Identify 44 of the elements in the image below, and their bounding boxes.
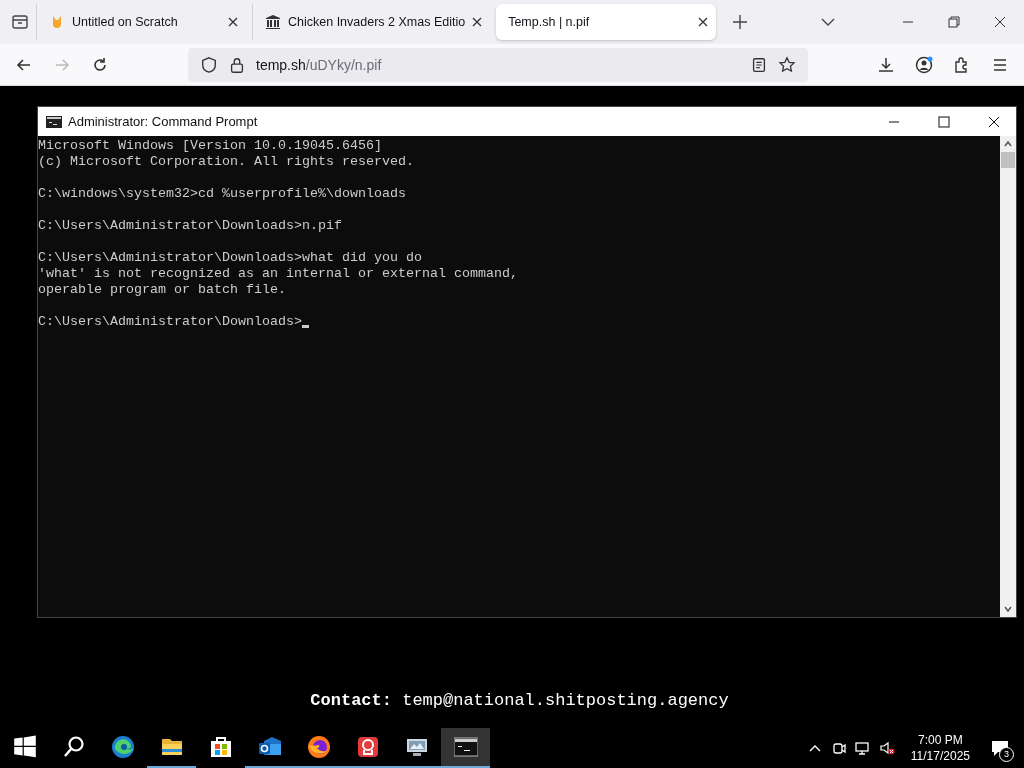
scroll-up-icon[interactable] (1003, 139, 1013, 149)
address-bar[interactable]: temp.sh/uDYky/n.pif (188, 47, 808, 82)
fox-globe-icon (306, 735, 331, 759)
contact-text: Contact: temp@national.shitposting.agency (310, 691, 729, 710)
lock-icon (228, 55, 246, 74)
console-icon (46, 115, 62, 128)
search-icon (61, 735, 86, 759)
reader-view-icon[interactable] (750, 55, 768, 74)
browser-tab[interactable]: Chicken Invaders 2 Xmas Editio (252, 4, 491, 40)
star-icon[interactable] (778, 55, 796, 74)
close-icon[interactable] (472, 17, 483, 27)
console-icon (453, 735, 478, 759)
browser-tab[interactable]: Untitled on Scratch (36, 4, 246, 40)
tab-list-icon[interactable] (10, 12, 30, 32)
windows-logo-icon (12, 735, 37, 759)
building-icon (265, 14, 281, 30)
close-icon[interactable] (698, 17, 709, 27)
muted-speaker-icon[interactable] (878, 740, 895, 756)
camera-icon[interactable] (830, 740, 847, 756)
clock-time[interactable]: 7:00 PM (918, 732, 963, 748)
scroll-thumb[interactable] (1001, 152, 1015, 168)
taskbar-button[interactable] (441, 728, 490, 768)
console-line: C:\Users\Administrator\Downloads> (38, 314, 302, 330)
scrollbar[interactable] (1000, 136, 1016, 617)
app-icon (355, 735, 380, 759)
edge-icon (110, 735, 135, 759)
console-line: (c) Microsoft Corporation. All rights reserved. (38, 154, 414, 170)
shield-icon (200, 55, 218, 74)
url-text: temp.sh/uDYky/n.pif (256, 56, 382, 73)
network-icon[interactable] (854, 740, 871, 756)
store-bag-icon (208, 735, 233, 759)
scroll-down-icon[interactable] (1003, 604, 1013, 614)
console-line: Microsoft Windows [Version 10.0.19045.6456] (38, 138, 382, 154)
console-line: C:\Users\Administrator\Downloads>n.pif (38, 218, 342, 234)
console-line: C:\Users\Administrator\Downloads>what did you do (38, 250, 422, 266)
window-title: Administrator: Command Prompt (68, 114, 258, 129)
console-line: C:\windows\system32>cd %userprofile%\downloads (38, 186, 406, 202)
browser-tab[interactable]: Temp.sh | n.pif (496, 4, 717, 40)
close-icon[interactable] (228, 17, 238, 27)
console-line: operable program or batch file. (38, 282, 286, 298)
notification-button[interactable]: 3 (986, 734, 1014, 762)
clock-date[interactable]: 11/17/2025 (910, 748, 970, 764)
account-icon[interactable] (914, 54, 934, 75)
console-line: 'what' is not recognized as an internal or external command, (38, 266, 518, 282)
